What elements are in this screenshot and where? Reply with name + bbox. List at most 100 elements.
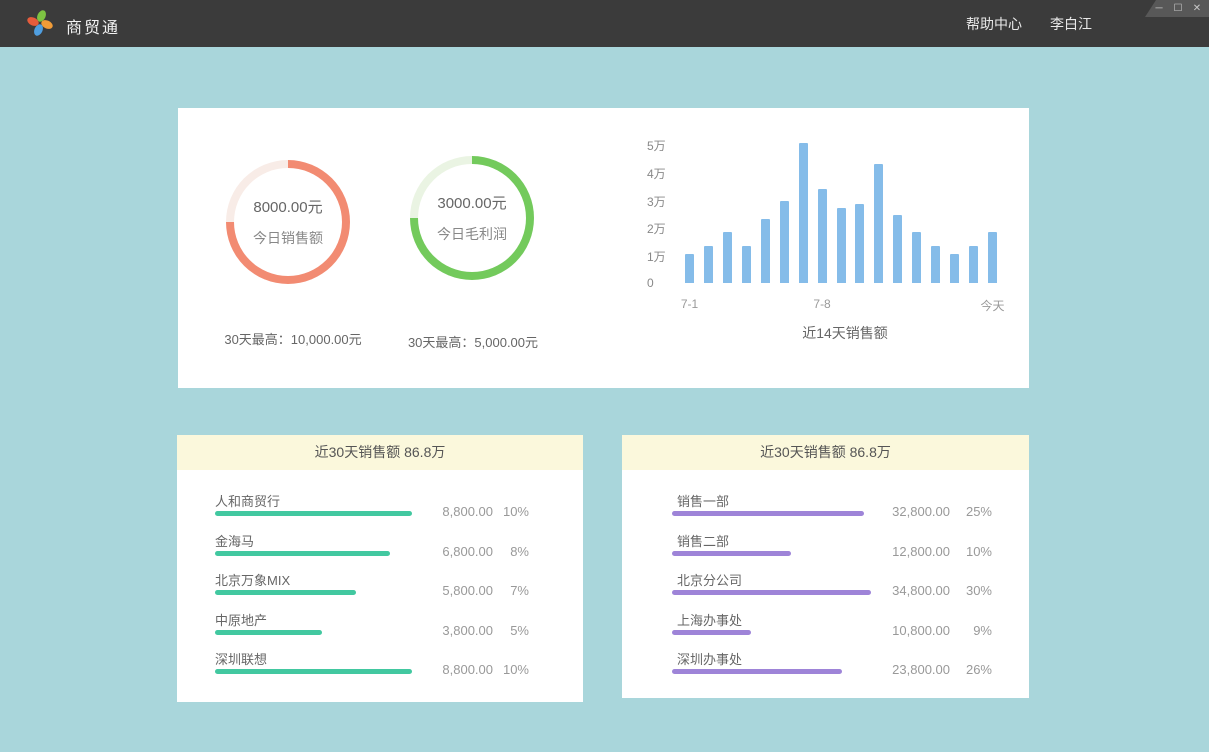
bar — [931, 246, 940, 284]
ranking-row-amount: 6,800.00 — [442, 544, 493, 559]
x-axis-label: 7-8 — [813, 297, 830, 311]
help-center-link[interactable]: 帮助中心 — [966, 14, 1022, 34]
ranking-row-label: 深圳办事处 — [677, 649, 742, 668]
y-axis-label: 3万 — [647, 193, 666, 210]
bar-chart-x-axis: 7-17-8今天 — [685, 297, 997, 313]
maximize-icon[interactable]: ☐ — [1172, 4, 1184, 14]
ranking-row-percent: 10% — [493, 662, 529, 677]
today-sales-donut: 8000.00元 今日销售额 — [226, 160, 350, 284]
ranking-row: 北京万象MIX 5,800.007% — [215, 570, 529, 610]
close-icon[interactable]: ✕ — [1191, 4, 1203, 14]
y-axis-label: 5万 — [647, 137, 666, 154]
titlebar-links: 帮助中心 李白江 — [966, 0, 1092, 47]
today-profit-value: 3000.00元 — [437, 192, 506, 213]
ranking-row-bar — [215, 511, 412, 516]
bar — [893, 215, 902, 283]
ranking-row-label: 销售一部 — [677, 491, 729, 510]
ranking-row-bar — [215, 630, 322, 635]
today-sales-donut-center: 8000.00元 今日销售额 — [234, 168, 342, 276]
ranking-row-percent: 5% — [493, 623, 529, 638]
bar — [855, 204, 864, 283]
ranking-row: 上海办事处 10,800.009% — [672, 610, 992, 650]
ranking-row-values: 10,800.009% — [892, 623, 992, 638]
sales-30day-max-label: 30天最高：10,000.00元 — [193, 329, 393, 348]
ranking-row: 金海马 6,800.008% — [215, 531, 529, 571]
titlebar: 商贸通 帮助中心 李白江 ─ ☐ ✕ — [0, 0, 1209, 47]
ranking-row-values: 34,800.0030% — [892, 583, 992, 598]
ranking-row-label: 北京万象MIX — [215, 570, 290, 589]
ranking-row-percent: 26% — [950, 662, 992, 677]
y-axis-label: 2万 — [647, 220, 666, 237]
ranking-row-amount: 8,800.00 — [442, 662, 493, 677]
today-profit-donut-center: 3000.00元 今日毛利润 — [418, 164, 526, 272]
ranking-row-label: 金海马 — [215, 531, 254, 550]
ranking-row: 销售二部 12,800.0010% — [672, 531, 992, 571]
ranking-row: 人和商贸行 8,800.0010% — [215, 491, 529, 531]
ranking-row-bar — [215, 669, 412, 674]
department-sales-ranking-card: 近30天销售额 86.8万 销售一部 32,800.0025% 销售二部 12,… — [622, 435, 1029, 698]
bar — [761, 219, 770, 283]
ranking-row-values: 8,800.0010% — [442, 504, 529, 519]
ranking-row-bar — [215, 590, 356, 595]
bar — [969, 246, 978, 284]
minimize-icon[interactable]: ─ — [1153, 4, 1165, 14]
user-menu[interactable]: 李白江 — [1050, 14, 1092, 34]
ranking-row: 深圳办事处 23,800.0026% — [672, 649, 992, 689]
today-profit-donut: 3000.00元 今日毛利润 — [410, 156, 534, 280]
ranking-row-bar — [672, 630, 751, 635]
today-sales-value: 8000.00元 — [253, 196, 322, 217]
app-title: 商贸通 — [66, 14, 120, 38]
profit-30day-max-label: 30天最高：5,000.00元 — [373, 332, 573, 351]
ranking-row-label: 北京分公司 — [677, 570, 742, 589]
ranking-row-bar — [672, 590, 871, 595]
bar — [723, 232, 732, 283]
ranking-row-percent: 8% — [493, 544, 529, 559]
bar — [742, 246, 751, 284]
bar-chart-title: 近14天销售额 — [685, 323, 1005, 343]
ranking-row-values: 5,800.007% — [442, 583, 529, 598]
ranking-row-values: 12,800.0010% — [892, 544, 992, 559]
ranking-row-percent: 9% — [950, 623, 992, 638]
y-axis-label: 4万 — [647, 165, 666, 182]
ranking-row-amount: 3,800.00 — [442, 623, 493, 638]
x-axis-label: 今天 — [980, 297, 1004, 314]
ranking-row-amount: 12,800.00 — [892, 544, 950, 559]
ranking-row-values: 6,800.008% — [442, 544, 529, 559]
ranking-row-amount: 32,800.00 — [892, 504, 950, 519]
ranking-row-values: 23,800.0026% — [892, 662, 992, 677]
ranking-row-values: 32,800.0025% — [892, 504, 992, 519]
ranking-row-bar — [672, 511, 864, 516]
ranking-card-title: 近30天销售额 86.8万 — [622, 435, 1029, 470]
ranking-row-label: 上海办事处 — [677, 610, 742, 629]
bar — [874, 164, 883, 284]
y-axis-label: 0 — [647, 276, 654, 290]
bar — [799, 143, 808, 283]
ranking-row-amount: 8,800.00 — [442, 504, 493, 519]
today-profit-caption: 今日毛利润 — [437, 224, 507, 244]
ranking-row-amount: 5,800.00 — [442, 583, 493, 598]
x-axis-label: 7-1 — [681, 297, 698, 311]
today-sales-caption: 今日销售额 — [253, 228, 323, 248]
bar — [685, 254, 694, 283]
ranking-rows: 人和商贸行 8,800.0010% 金海马 6,800.008% 北京万象MIX… — [177, 470, 583, 689]
ranking-row-percent: 10% — [493, 504, 529, 519]
bar — [704, 246, 713, 284]
app-logo-pinwheel-icon — [26, 9, 54, 37]
ranking-row-label: 销售二部 — [677, 531, 729, 550]
bar — [818, 189, 827, 284]
bar — [780, 201, 789, 283]
ranking-row-percent: 30% — [950, 583, 992, 598]
ranking-row-percent: 7% — [493, 583, 529, 598]
bar — [912, 232, 921, 283]
ranking-row-amount: 23,800.00 — [892, 662, 950, 677]
ranking-row-percent: 10% — [950, 544, 992, 559]
ranking-row-label: 深圳联想 — [215, 649, 267, 668]
ranking-row: 中原地产 3,800.005% — [215, 610, 529, 650]
bar — [950, 254, 959, 283]
ranking-row-amount: 10,800.00 — [892, 623, 950, 638]
ranking-row: 北京分公司 34,800.0030% — [672, 570, 992, 610]
ranking-row: 销售一部 32,800.0025% — [672, 491, 992, 531]
y-axis-label: 1万 — [647, 248, 666, 265]
ranking-card-title: 近30天销售额 86.8万 — [177, 435, 583, 470]
ranking-row-amount: 34,800.00 — [892, 583, 950, 598]
